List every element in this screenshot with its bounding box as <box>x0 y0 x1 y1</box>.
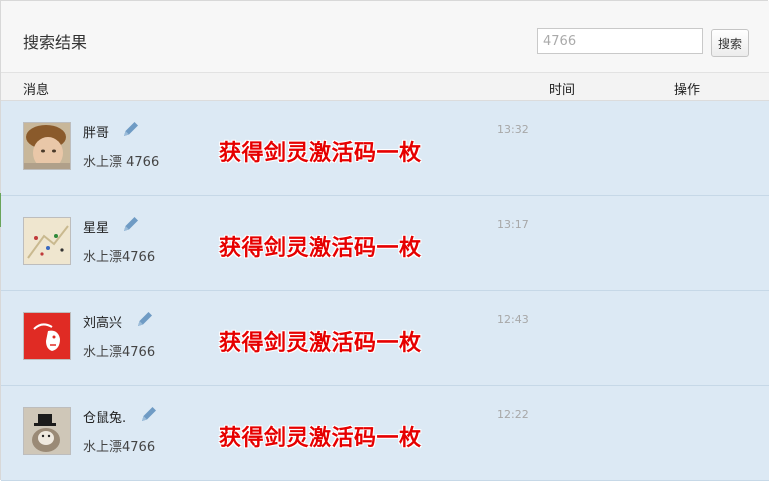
avatar[interactable] <box>23 312 71 360</box>
search-button[interactable]: 搜索 <box>711 29 749 57</box>
user-name[interactable]: 胖哥 <box>83 122 109 141</box>
list-item[interactable]: 刘高兴 水上漂4766 获得剑灵激活码一枚 12:43 <box>1 291 769 386</box>
message-text: 获得剑灵激活码一枚 <box>219 425 422 451</box>
user-subtitle: 水上漂4766 <box>83 440 156 455</box>
message-text: 获得剑灵激活码一枚 <box>219 330 422 356</box>
column-time: 时间 <box>549 83 576 98</box>
column-action: 操作 <box>674 83 701 98</box>
message-time: 13:17 <box>497 218 529 231</box>
user-name[interactable]: 仓鼠兔. <box>83 407 126 426</box>
pencil-icon[interactable] <box>121 119 141 139</box>
user-name[interactable]: 星星 <box>83 217 109 236</box>
avatar[interactable] <box>23 217 71 265</box>
pencil-icon[interactable] <box>139 404 159 424</box>
list-item[interactable]: 胖哥 水上漂 4766 获得剑灵激活码一枚 13:32 <box>1 101 769 196</box>
message-text: 获得剑灵激活码一枚 <box>219 140 422 166</box>
pencil-icon[interactable] <box>121 214 141 234</box>
user-subtitle: 水上漂4766 <box>83 250 156 265</box>
column-message: 消息 <box>23 83 50 98</box>
message-time: 12:22 <box>497 408 529 421</box>
message-text: 获得剑灵激活码一枚 <box>219 235 422 261</box>
user-subtitle: 水上漂 4766 <box>83 155 160 170</box>
column-header: 消息 时间 操作 <box>1 73 769 101</box>
result-list: 胖哥 水上漂 4766 获得剑灵激活码一枚 13:32 星星 水上漂4766 获… <box>1 101 769 481</box>
header-bar: 搜索结果 搜索 <box>1 1 769 73</box>
page-title: 搜索结果 <box>23 33 88 52</box>
list-item[interactable]: 星星 水上漂4766 获得剑灵激活码一枚 13:17 <box>1 196 769 291</box>
search-input[interactable] <box>537 28 703 54</box>
list-item[interactable]: 仓鼠兔. 水上漂4766 获得剑灵激活码一枚 12:22 <box>1 386 769 481</box>
avatar[interactable] <box>23 407 71 455</box>
avatar[interactable] <box>23 122 71 170</box>
search-results-panel: 搜索结果 搜索 消息 时间 操作 胖哥 水 <box>0 0 769 481</box>
pencil-icon[interactable] <box>135 309 155 329</box>
user-name[interactable]: 刘高兴 <box>83 312 122 331</box>
message-time: 12:43 <box>497 313 529 326</box>
user-subtitle: 水上漂4766 <box>83 345 156 360</box>
message-time: 13:32 <box>497 123 529 136</box>
